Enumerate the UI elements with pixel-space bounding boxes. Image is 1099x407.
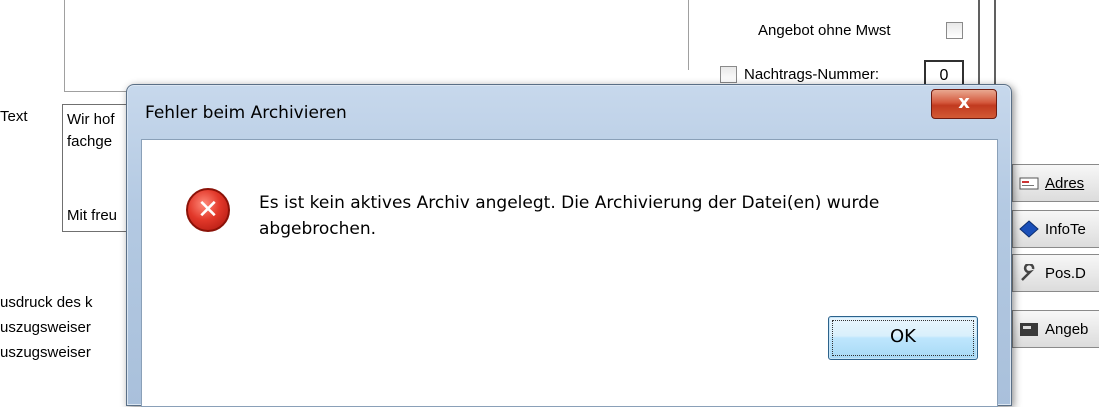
wrench-icon — [1021, 264, 1035, 281]
divider-left — [64, 0, 65, 92]
ok-button[interactable]: OK — [828, 316, 978, 360]
error-icon: ✕ — [186, 188, 230, 232]
side-button-angebot[interactable]: Angeb — [1012, 310, 1099, 348]
print-option-1[interactable]: usdruck des k — [0, 294, 93, 311]
dialog-content: ✕ Es ist kein aktives Archiv angelegt. D… — [141, 139, 998, 407]
print-option-3[interactable]: uszugsweiser — [0, 344, 91, 361]
angebot-ohne-mwst-checkbox[interactable] — [946, 22, 963, 39]
side-button-label: Adres — [1045, 174, 1085, 192]
error-message: Es ist kein aktives Archiv angelegt. Die… — [259, 193, 880, 239]
textarea-line: Mit freu — [67, 207, 118, 224]
side-button-label: Pos.D — [1045, 264, 1086, 282]
textarea-line: Wir hof — [67, 111, 115, 128]
print-option-2[interactable]: uszugsweiser — [0, 319, 91, 336]
nachtrags-nummer-checkbox[interactable] — [720, 66, 737, 83]
nachtrags-nummer-label: Nachtrags-Nummer: — [744, 66, 880, 83]
error-dialog: Fehler beim Archivieren x ✕ Es ist kein … — [126, 84, 1012, 407]
divider-top-left — [64, 91, 134, 92]
divider-mid — [688, 0, 689, 70]
side-button-label: Angeb — [1045, 320, 1089, 338]
side-button-posdaten[interactable]: Pos.D — [1012, 254, 1099, 292]
offer-folder-icon — [1020, 323, 1038, 336]
angebot-ohne-mwst-label: Angebot ohne Mwst — [758, 22, 891, 39]
info-diamond-icon — [1019, 220, 1039, 238]
side-button-adressen[interactable]: Adres — [1012, 164, 1099, 202]
dialog-title: Fehler beim Archivieren — [145, 103, 347, 123]
address-card-icon — [1019, 177, 1039, 190]
text-label: Text — [0, 108, 28, 125]
side-button-infotext[interactable]: InfoTe — [1012, 210, 1099, 248]
close-button[interactable]: x — [931, 89, 997, 119]
textarea-line: fachge — [67, 133, 113, 150]
side-button-label: InfoTe — [1045, 220, 1086, 238]
